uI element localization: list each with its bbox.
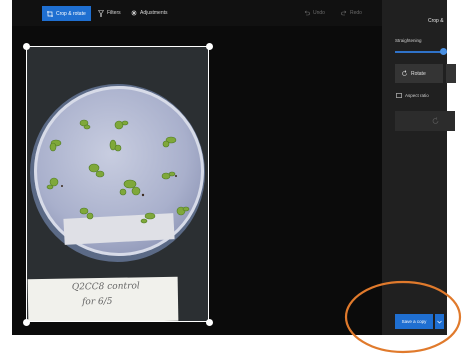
aspect-ratio-dropdown[interactable]: Aspect ratio <box>396 93 429 98</box>
crop-rotate-icon <box>47 10 53 17</box>
redo-label: Redo <box>350 10 362 16</box>
crop-frame[interactable] <box>26 46 209 322</box>
filters-label: Filters <box>107 10 121 16</box>
redo-icon <box>341 10 347 16</box>
flip-icon <box>432 117 439 124</box>
aspect-ratio-label: Aspect ratio <box>405 93 429 98</box>
rotate-label: Rotate <box>411 70 426 77</box>
crop-handle-bottom-right[interactable] <box>206 319 213 326</box>
annotation-circle <box>344 280 462 354</box>
editor-toolbar: Crop & rotate Filters Adjustments Undo R… <box>12 0 382 26</box>
flip-button[interactable] <box>395 111 455 131</box>
rotate-secondary-button[interactable] <box>446 64 456 83</box>
crop-rotate-label: Crop & rotate <box>56 10 86 17</box>
aspect-ratio-icon <box>396 93 402 98</box>
image-canvas: Q2CC8 control for 6/5 <box>12 26 382 335</box>
undo-label: Undo <box>313 10 325 16</box>
straighten-slider-thumb[interactable] <box>440 48 447 55</box>
filters-icon <box>98 9 104 17</box>
undo-icon <box>304 10 310 16</box>
rotate-button[interactable]: Rotate <box>395 64 443 83</box>
redo-button[interactable]: Redo <box>341 7 362 19</box>
adjustments-label: Adjustments <box>140 10 168 16</box>
crop-handle-top-left[interactable] <box>23 43 30 50</box>
panel-title: Crop & <box>428 18 444 24</box>
undo-button[interactable]: Undo <box>304 7 325 19</box>
adjustments-icon <box>131 10 137 16</box>
adjustments-button[interactable]: Adjustments <box>131 7 168 19</box>
rotate-icon <box>402 70 407 76</box>
filters-button[interactable]: Filters <box>98 7 121 19</box>
straighten-label: Straightening <box>395 38 422 43</box>
crop-rotate-button[interactable]: Crop & rotate <box>42 6 91 21</box>
crop-handle-bottom-left[interactable] <box>23 319 30 326</box>
crop-handle-top-right[interactable] <box>206 43 213 50</box>
